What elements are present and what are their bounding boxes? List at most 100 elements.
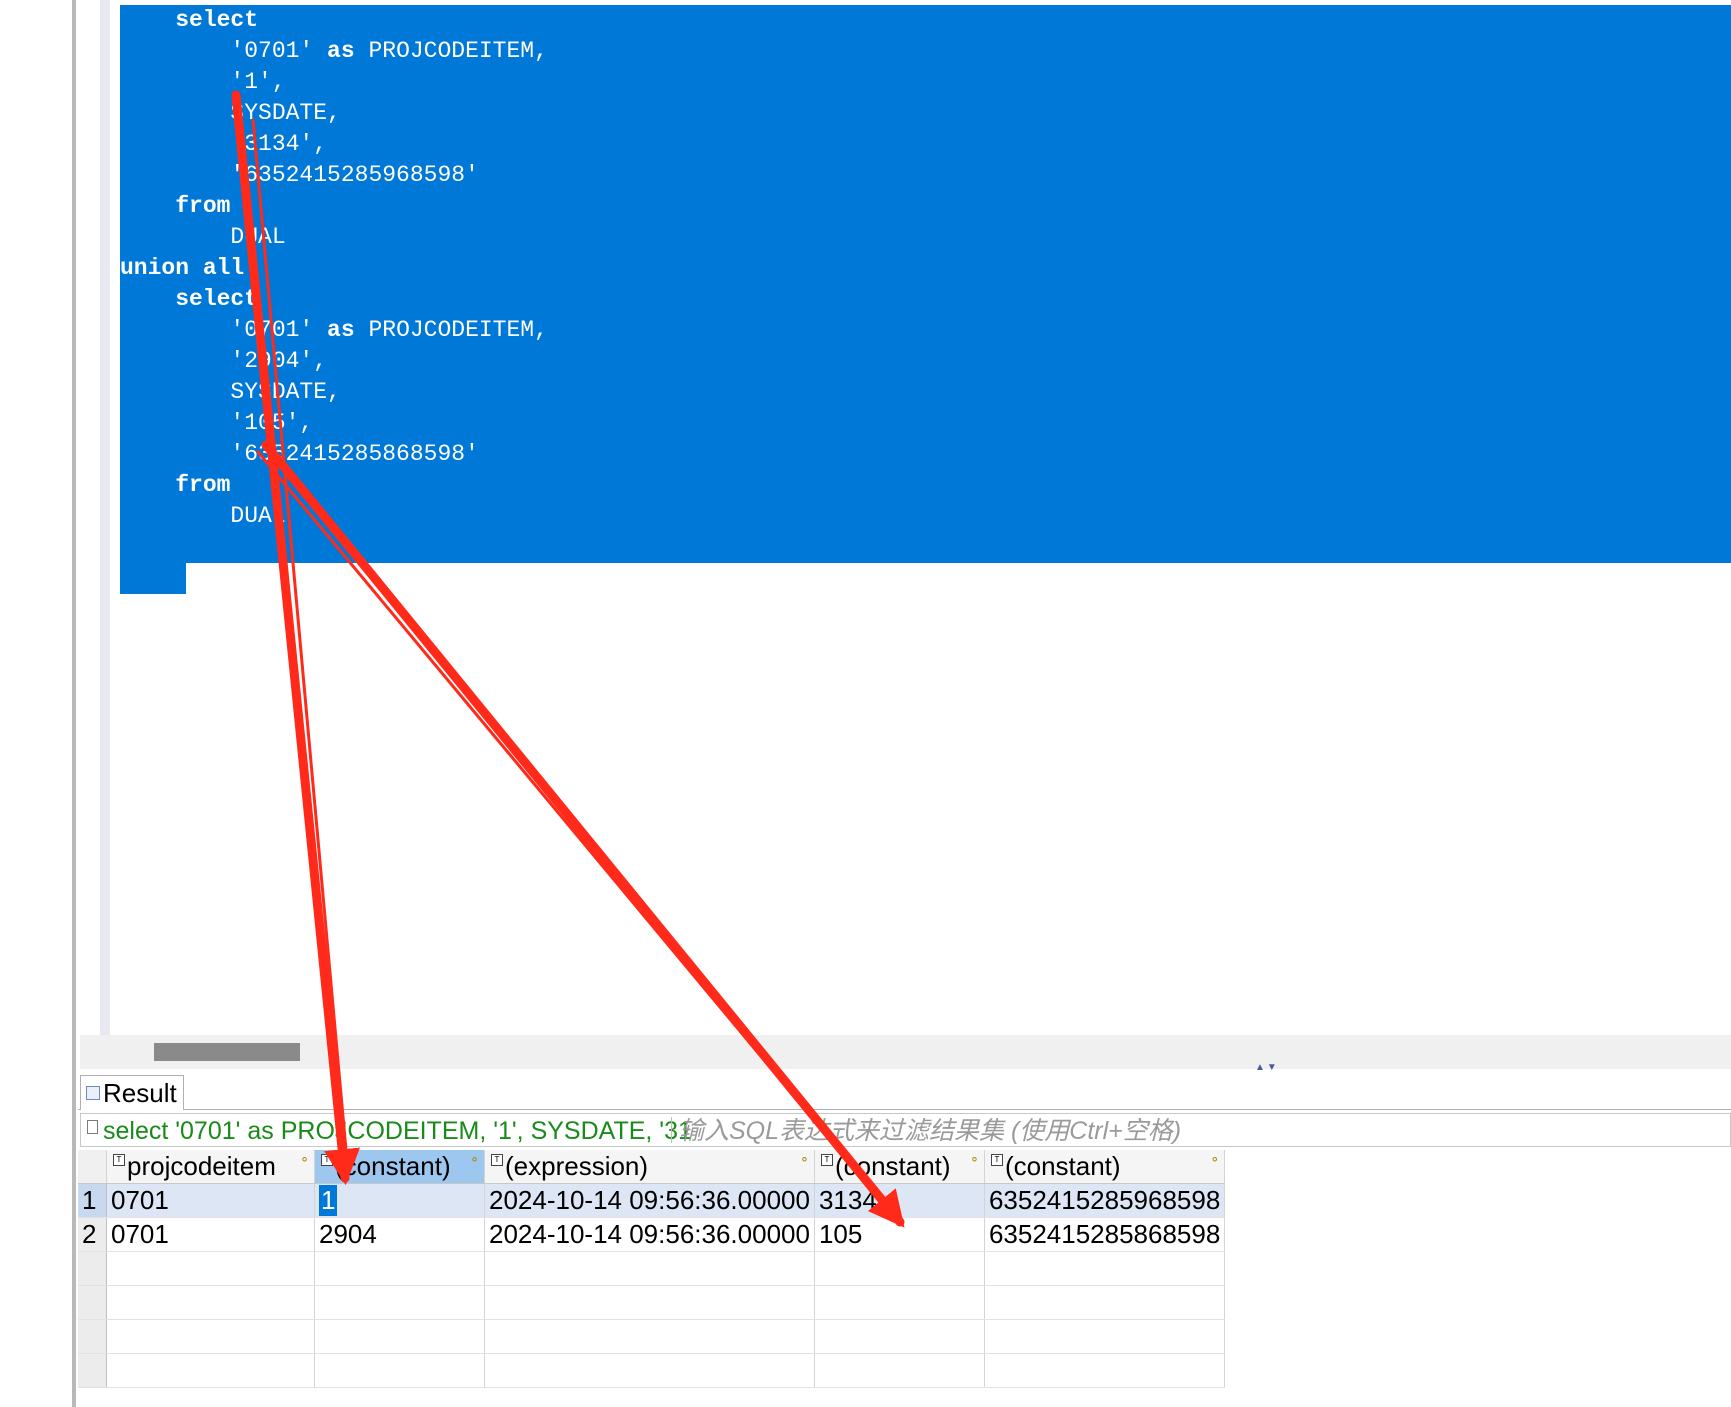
sql-token: DUAL — [230, 503, 286, 529]
sql-token: '0701' — [230, 317, 328, 343]
code-line: '3134', — [120, 129, 548, 160]
table-cell[interactable]: 2904 — [314, 1217, 485, 1252]
sql-token: PROJCODEITEM, — [354, 38, 548, 64]
filter-input[interactable]: 输入SQL表达式来过滤结果集 (使用Ctrl+空格) — [679, 1116, 1181, 1146]
table-cell — [814, 1319, 985, 1354]
table-cell — [984, 1285, 1226, 1320]
result-tab-bar — [78, 1073, 1731, 1110]
result-filter-bar[interactable]: select '0701' as PROJCODEITEM, '1', SYSD… — [80, 1113, 1731, 1147]
grid-icon — [86, 1086, 100, 1100]
table-cell — [984, 1353, 1226, 1388]
cell-value: 2024-10-14 09:56:36.00000 — [489, 1185, 810, 1215]
sql-keyword: select — [175, 7, 259, 33]
code-line: union all — [120, 253, 548, 284]
sql-token: '105', — [230, 410, 314, 436]
tab-result-label: Result — [103, 1078, 177, 1108]
text-type-icon: T — [321, 1154, 333, 1166]
scrollbar-thumb[interactable] — [154, 1043, 300, 1061]
cell-value: 6352415285968598 — [988, 1185, 1221, 1215]
document-icon — [87, 1120, 98, 1134]
panel-resize-arrows-icon[interactable]: ▲▼ — [1255, 1062, 1279, 1073]
table-cell[interactable]: 2024-10-14 09:56:36.00000 — [484, 1217, 815, 1252]
sql-keyword: from — [175, 472, 231, 498]
row-header-corner[interactable] — [78, 1150, 107, 1184]
column-header[interactable]: T (constant) ⚬ — [314, 1150, 485, 1184]
cell-value: 1 — [319, 1185, 338, 1216]
cell-value: 3134 — [818, 1185, 877, 1215]
cell-value: 0701 — [111, 1185, 169, 1215]
sql-token: DUAL — [230, 224, 286, 250]
filter-query-text: select '0701' as PROJCODEITEM, '1', SYSD… — [103, 1117, 692, 1145]
code-line: '105', — [120, 408, 548, 439]
table-cell — [484, 1285, 815, 1320]
cell-value: 6352415285868598 — [988, 1219, 1221, 1249]
empty-row — [78, 1285, 1226, 1320]
table-cell — [484, 1353, 815, 1388]
row-number — [78, 1319, 107, 1354]
code-line: SYSDATE, — [120, 377, 548, 408]
sql-keyword: from — [175, 193, 231, 219]
column-header-label: projcodeitem — [127, 1151, 276, 1181]
sort-filter-icon[interactable]: ⚬ — [969, 1152, 980, 1168]
cell-value: 105 — [818, 1219, 863, 1249]
column-header[interactable]: T (constant) ⚬ — [814, 1150, 985, 1184]
table-cell — [484, 1251, 815, 1286]
table-cell — [984, 1251, 1226, 1286]
code-line: '1', — [120, 67, 548, 98]
table-cell[interactable]: 6352415285868598 — [984, 1217, 1226, 1252]
horizontal-scrollbar[interactable] — [80, 1035, 1731, 1069]
table-cell — [106, 1353, 315, 1388]
code-line: '0701' as PROJCODEITEM, — [120, 36, 548, 67]
table-cell — [984, 1319, 1226, 1354]
sort-filter-icon[interactable]: ⚬ — [299, 1152, 310, 1168]
code-line: '2904', — [120, 346, 548, 377]
table-row[interactable]: 2 0701 2904 2024-10-14 09:56:36.00000 105 635… — [78, 1217, 1226, 1252]
column-header-label: (constant) — [335, 1151, 451, 1181]
sql-token: '3134', — [230, 131, 328, 157]
table-cell — [814, 1353, 985, 1388]
tab-result[interactable]: Result — [80, 1075, 184, 1110]
table-cell[interactable]: 6352415285968598 — [984, 1183, 1226, 1218]
table-row[interactable]: 1 0701 1 2024-10-14 09:56:36.00000 3134 63524… — [78, 1183, 1226, 1218]
line-number-ruler — [100, 0, 110, 1035]
empty-row — [78, 1251, 1226, 1286]
column-header[interactable]: T (expression) ⚬ — [484, 1150, 815, 1184]
editor-border — [72, 0, 76, 1407]
table-cell — [314, 1319, 485, 1354]
sql-token: SYSDATE, — [230, 100, 341, 126]
code-line: '6352415285968598' — [120, 160, 548, 191]
sort-filter-icon[interactable]: ⚬ — [1209, 1152, 1220, 1168]
column-header[interactable]: T (constant) ⚬ — [984, 1150, 1226, 1184]
text-type-icon: T — [990, 1154, 1003, 1166]
table-cell[interactable]: 3134 — [814, 1183, 985, 1218]
table-cell[interactable]: 0701 — [106, 1217, 315, 1252]
code-line: '0701' as PROJCODEITEM, — [120, 315, 548, 346]
sql-token: PROJCODEITEM, — [354, 317, 548, 343]
cell-value: 2904 — [319, 1219, 377, 1249]
sort-filter-icon[interactable]: ⚬ — [799, 1152, 810, 1168]
sql-token: SYSDATE, — [230, 379, 341, 405]
table-cell[interactable]: 1 — [314, 1183, 485, 1218]
text-type-icon: T — [113, 1154, 125, 1166]
sql-token: '6352415285868598' — [230, 441, 479, 467]
row-number[interactable]: 2 — [78, 1217, 107, 1252]
sort-filter-icon[interactable]: ⚬ — [469, 1152, 480, 1168]
row-number — [78, 1353, 107, 1388]
table-cell — [106, 1319, 315, 1354]
code-line: DUAL — [120, 222, 548, 253]
sql-code[interactable]: select '0701' as PROJCODEITEM, '1', SYSD… — [120, 5, 548, 532]
table-cell[interactable]: 105 — [814, 1217, 985, 1252]
table-cell[interactable]: 2024-10-14 09:56:36.00000 — [484, 1183, 815, 1218]
sql-keyword: as — [327, 317, 355, 343]
sql-keyword: as — [327, 38, 355, 64]
row-number[interactable]: 1 — [78, 1183, 107, 1218]
column-header[interactable]: Tprojcodeitem ⚬ — [106, 1150, 315, 1184]
table-cell — [314, 1251, 485, 1286]
row-number — [78, 1285, 107, 1320]
table-cell[interactable]: 0701 — [106, 1183, 315, 1218]
sql-token: '0701' — [230, 38, 328, 64]
expression-type-icon: T — [491, 1154, 503, 1166]
text-type-icon: T — [820, 1154, 833, 1166]
results-grid[interactable]: Tprojcodeitem ⚬ T (constant) ⚬ T (expression) ⚬… — [78, 1150, 1731, 1407]
filter-separator — [671, 1117, 672, 1143]
